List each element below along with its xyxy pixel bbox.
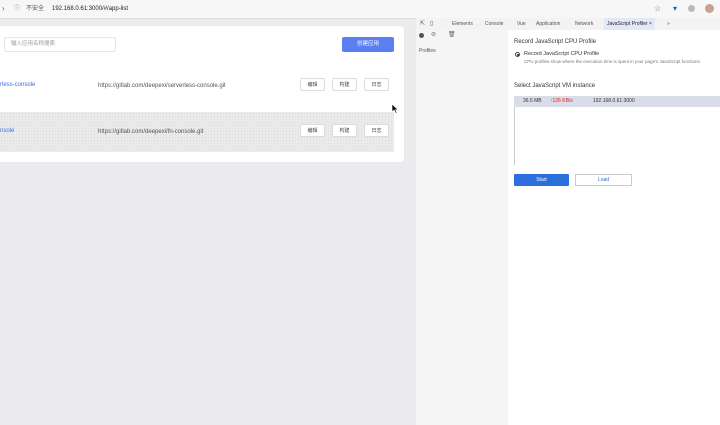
profiles-sidebar: ⊘ 🗑 Profiles [416,30,509,425]
build-button[interactable]: 构建 [332,124,357,137]
vm-host: 192.168.0.61:3000 [593,98,635,104]
profiler-launcher [508,30,720,425]
radio-label[interactable]: Record JavaScript CPU Profile [524,51,599,57]
url-text[interactable]: 192.168.0.61:3000/#/app-list [52,0,128,18]
vm-size: 36.5 MB [523,98,542,104]
log-button[interactable]: 日志 [364,124,389,137]
load-button[interactable]: Load [575,174,632,186]
repo-url: https://gitlab.com/deepexi/fn-console.gi… [98,129,204,135]
info-icon[interactable]: ⓘ [14,0,20,18]
edit-button[interactable]: 编辑 [300,78,325,91]
app-name-link[interactable]: nsole [0,128,14,134]
tab-label: JavaScript Profiler [607,21,648,27]
tab-elements[interactable]: Elements [452,18,473,30]
vm-section-title: Select JavaScript VM instance [514,83,596,89]
vue-extension-icon[interactable]: ▾ [673,5,680,13]
section-title: Record JavaScript CPU Profile [514,39,597,45]
radio-description: CPU profiles show where the execution ti… [524,59,701,64]
vm-instance-row[interactable]: 36.5 MB ↑126 KB/s 192.168.0.61:3000 [514,96,720,107]
tab-vue[interactable]: Vue [517,18,526,30]
vm-rate: ↑126 KB/s [550,98,573,104]
log-button[interactable]: 日志 [364,78,389,91]
table-row: nsole https://gitlab.com/deepexi/fn-cons… [0,112,394,152]
radio-dot-icon [517,54,519,56]
star-icon[interactable]: ☆ [654,0,661,18]
tab-network[interactable]: Network [575,18,593,30]
security-label: 不安全 [26,6,45,12]
radio-button[interactable] [515,52,520,57]
edit-button[interactable]: 编辑 [300,124,325,137]
tab-console[interactable]: Console [485,18,503,30]
search-input[interactable]: 输入应用名称搜索 [4,37,116,52]
more-tabs-button[interactable]: » [667,18,670,30]
device-toolbar-icon[interactable]: ▯ [430,18,433,30]
create-app-button[interactable]: 创建应用 [342,37,394,52]
address-bar[interactable]: › ⓘ 不安全 192.168.0.61:3000/#/app-list ☆ ▾ [0,0,720,19]
table-row: rless-console https://gitlab.com/deepexi… [0,66,394,106]
app-name-link[interactable]: rless-console [0,82,35,88]
trash-icon[interactable]: 🗑 [448,31,456,38]
avatar[interactable] [705,4,714,13]
close-icon[interactable]: × [649,21,652,27]
inspect-icon[interactable]: ⇱ [420,18,425,30]
tab-application[interactable]: Application [536,18,560,30]
extension-icon[interactable] [688,5,695,12]
back-icon[interactable]: › [2,0,5,18]
profiles-label: Profiles [419,48,436,54]
record-icon[interactable] [419,33,424,38]
repo-url: https://gitlab.com/deepexi/serverless-co… [98,83,226,89]
vm-list-border [514,107,515,165]
cursor-icon [392,104,399,114]
clear-icon[interactable]: ⊘ [431,31,436,38]
start-button[interactable]: Start [514,174,569,186]
build-button[interactable]: 构建 [332,78,357,91]
